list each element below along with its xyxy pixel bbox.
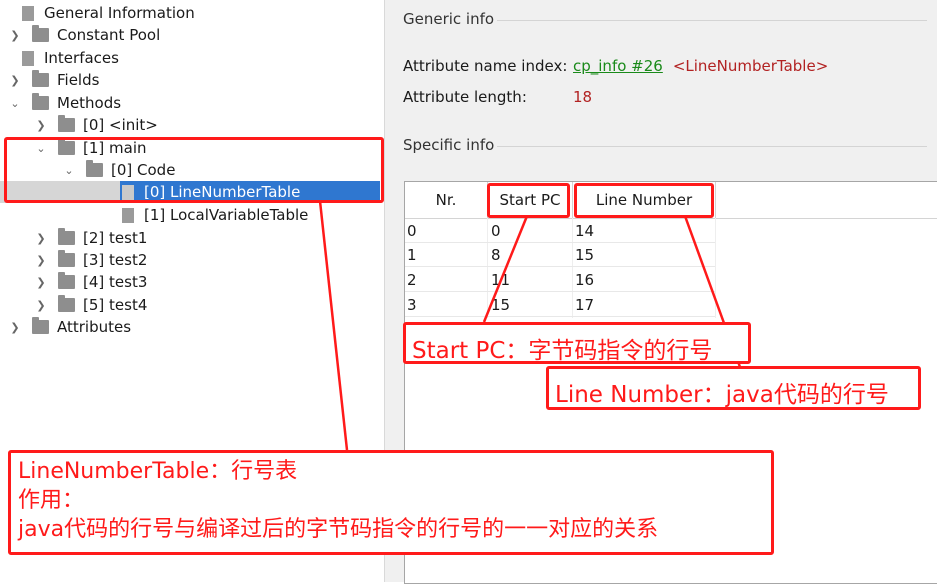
divider <box>497 146 927 147</box>
row-divider <box>405 291 715 292</box>
cell-start-pc: 15 <box>491 296 511 314</box>
chevron-down-icon[interactable]: ⌄ <box>8 97 22 110</box>
folder-icon <box>58 228 75 245</box>
chevron-right-icon[interactable]: ❯ <box>8 321 22 334</box>
column-divider[interactable] <box>715 182 716 218</box>
highlight-box-main-code <box>4 137 384 203</box>
tree-item-label: [3] test2 <box>83 251 148 269</box>
tree-item-local-variable-table[interactable]: [1] LocalVariableTable <box>122 204 308 226</box>
cell-line-number: 14 <box>575 222 595 240</box>
cell-nr: 3 <box>407 296 417 314</box>
file-icon <box>22 5 34 21</box>
divider <box>497 20 927 21</box>
tree-item-label: [0] <init> <box>83 116 158 134</box>
cell-nr: 1 <box>407 246 417 264</box>
folder-icon <box>58 272 75 289</box>
folder-icon <box>58 115 75 132</box>
folder-icon <box>32 317 49 334</box>
attribute-name-value: <LineNumberTable> <box>672 57 829 75</box>
grid-line <box>487 218 488 318</box>
annotation-line: 作用： <box>18 488 85 513</box>
tree-item-fields[interactable]: ❯ Fields <box>8 69 99 91</box>
annotation-line: LineNumberTable：行号表 <box>18 459 298 484</box>
tree-item-label: Attributes <box>57 318 132 336</box>
highlight-box-start-pc <box>487 183 570 218</box>
chevron-right-icon[interactable]: ❯ <box>34 119 48 132</box>
file-icon <box>22 50 34 66</box>
tree-item-attributes[interactable]: ❯ Attributes <box>8 316 131 338</box>
highlight-box-line-number <box>574 183 714 218</box>
chevron-right-icon[interactable]: ❯ <box>8 29 22 42</box>
chevron-right-icon[interactable]: ❯ <box>8 74 22 87</box>
cell-line-number: 15 <box>575 246 595 264</box>
file-icon <box>122 207 134 223</box>
folder-icon <box>58 295 75 312</box>
folder-icon <box>32 70 49 87</box>
header-divider <box>405 218 937 219</box>
folder-icon <box>32 25 49 42</box>
cell-line-number: 17 <box>575 296 595 314</box>
grid-line <box>715 218 716 318</box>
cell-line-number: 16 <box>575 271 595 289</box>
tree-item-general-information[interactable]: General Information <box>8 2 195 24</box>
tree-item-label: Interfaces <box>44 49 119 67</box>
chevron-right-icon[interactable]: ❯ <box>34 299 48 312</box>
row-divider <box>405 242 715 243</box>
tree-item-label: Methods <box>57 94 122 112</box>
grid-line <box>572 218 573 318</box>
cell-start-pc: 8 <box>491 246 501 264</box>
cell-start-pc: 11 <box>491 271 511 289</box>
tree-item-label: General Information <box>44 4 195 22</box>
tree-item-method-init[interactable]: ❯ [0] <init> <box>34 114 158 136</box>
chevron-right-icon[interactable]: ❯ <box>34 232 48 245</box>
cell-nr: 2 <box>407 271 417 289</box>
row-divider <box>405 266 715 267</box>
specific-info-title: Specific info <box>403 136 495 154</box>
generic-info-title: Generic info <box>403 10 495 28</box>
cell-start-pc: 0 <box>491 222 501 240</box>
folder-icon <box>58 250 75 267</box>
annotation-line-number-table: LineNumberTable：行号表 作用： java代码的行号与编译过后的字… <box>8 450 774 555</box>
tree-item-interfaces[interactable]: Interfaces <box>8 47 119 69</box>
attribute-length-label: Attribute length: <box>403 88 527 106</box>
attribute-length-value: 18 <box>573 88 593 106</box>
tree-item-method-test3[interactable]: ❯ [4] test3 <box>34 271 147 293</box>
annotation-line: java代码的行号与编译过后的字节码指令的行号的一一对应的关系 <box>18 517 659 542</box>
tree-item-constant-pool[interactable]: ❯ Constant Pool <box>8 24 160 46</box>
attribute-name-index-value: cp_info #26 <LineNumberTable> <box>573 57 828 75</box>
tree-item-method-test4[interactable]: ❯ [5] test4 <box>34 294 147 316</box>
cell-nr: 0 <box>407 222 417 240</box>
attribute-name-index-label: Attribute name index: <box>403 57 568 75</box>
tree-item-label: Constant Pool <box>57 26 161 44</box>
chevron-right-icon[interactable]: ❯ <box>34 276 48 289</box>
attribute-name-index-row: Attribute name index: <box>403 57 567 75</box>
tree-item-method-test1[interactable]: ❯ [2] test1 <box>34 227 147 249</box>
tree-item-label: [4] test3 <box>83 273 148 291</box>
tree-item-label: [5] test4 <box>83 296 148 314</box>
tree-item-methods[interactable]: ⌄ Methods <box>8 92 121 114</box>
column-header-nr[interactable]: Nr. <box>405 182 487 218</box>
annotation-line-number: Line Number：java代码的行号 <box>546 366 921 410</box>
chevron-right-icon[interactable]: ❯ <box>34 254 48 267</box>
cp-info-link[interactable]: cp_info #26 <box>573 57 663 75</box>
folder-icon <box>32 93 49 110</box>
tree-item-label: Fields <box>57 71 100 89</box>
tree-item-label: [2] test1 <box>83 229 148 247</box>
tree-item-label: [1] LocalVariableTable <box>144 206 309 224</box>
row-divider <box>405 316 715 317</box>
annotation-start-pc: Start PC：字节码指令的行号 <box>403 322 751 364</box>
tree-item-method-test2[interactable]: ❯ [3] test2 <box>34 249 147 271</box>
